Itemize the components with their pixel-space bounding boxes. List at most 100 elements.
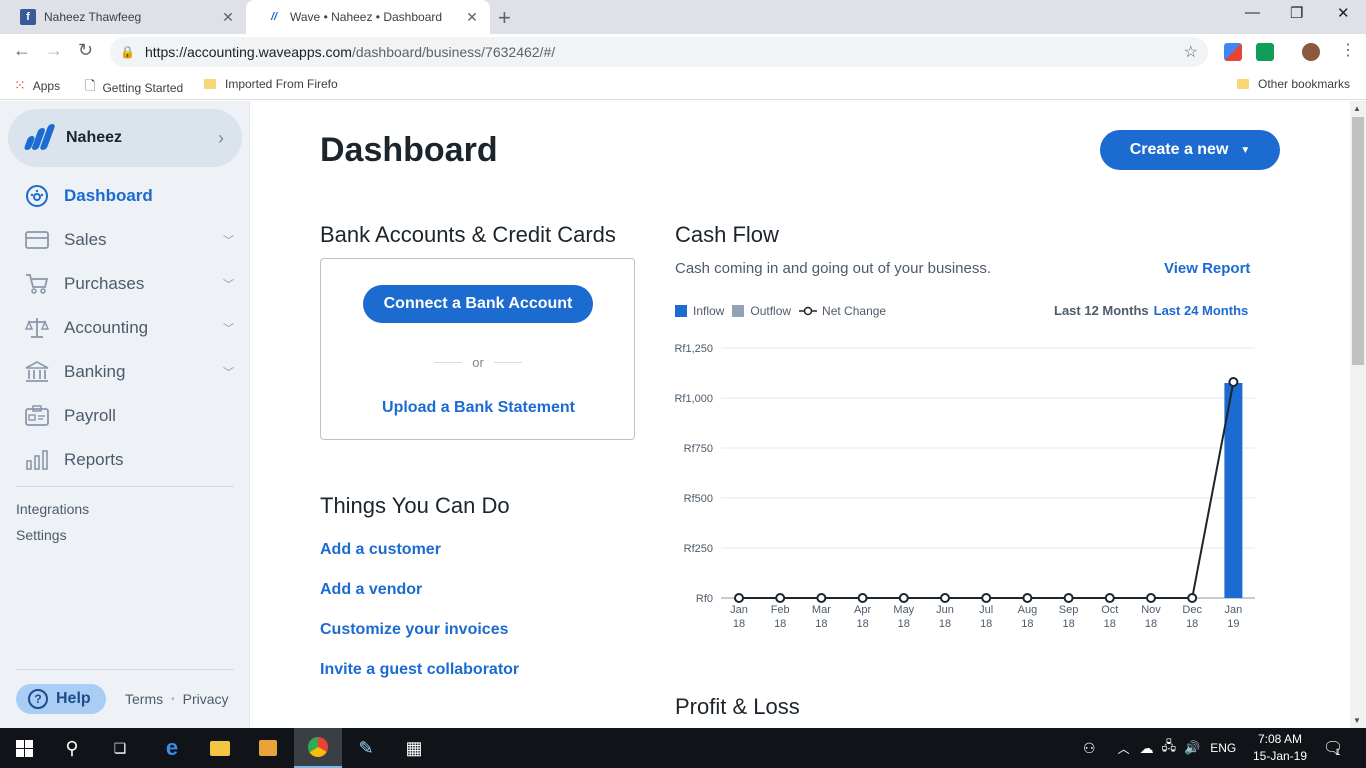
range-toggle: Last 12 Months Last 24 Months bbox=[1054, 303, 1248, 318]
x-tick-label: Dec bbox=[1182, 604, 1202, 616]
url-input[interactable]: 🔒 https://accounting.waveapps.com/dashbo… bbox=[110, 37, 1208, 67]
search-icon[interactable]: ⚲ bbox=[48, 728, 96, 768]
chrome-icon[interactable] bbox=[294, 728, 342, 768]
sidebar-item-banking[interactable]: Banking ﹀ bbox=[0, 350, 250, 394]
invite-collaborator-link[interactable]: Invite a guest collaborator bbox=[320, 661, 519, 679]
back-icon[interactable]: ← bbox=[13, 40, 31, 61]
bank-card: Connect a Bank Account or Upload a Bank … bbox=[320, 258, 635, 440]
bookmark-other[interactable]: Other bookmarks bbox=[1237, 77, 1350, 91]
people-icon[interactable]: ⚇ bbox=[1083, 740, 1096, 757]
windows-taskbar: ⚲ ❏ e ✎ ▦ ⚇ ︿ ☁ 🖧 🔊 ENG 7:08 AM 15-Jan-1… bbox=[0, 728, 1366, 768]
help-button[interactable]: ? Help bbox=[16, 684, 106, 714]
range-12-months[interactable]: Last 12 Months bbox=[1054, 303, 1149, 318]
sidebar-item-label: Accounting bbox=[64, 318, 149, 337]
legend-label: Inflow bbox=[693, 304, 725, 318]
net-change-point bbox=[1146, 593, 1156, 603]
url-path: /dashboard/business/7632462/#/ bbox=[351, 44, 556, 60]
browser-tab-facebook[interactable]: f Naheez Thawfeeg ✕ bbox=[0, 0, 246, 34]
menu-icon[interactable]: ⋮ bbox=[1340, 40, 1356, 60]
wave-logo-icon bbox=[22, 124, 56, 152]
y-tick-label: Rf1,250 bbox=[674, 343, 713, 355]
inflow-swatch bbox=[675, 305, 687, 317]
close-tab-icon[interactable]: ✕ bbox=[216, 9, 240, 26]
scroll-up-icon[interactable]: ▲ bbox=[1353, 104, 1361, 113]
onedrive-icon[interactable]: ☁ bbox=[1140, 740, 1154, 757]
x-tick-label: 18 bbox=[1104, 618, 1116, 630]
clock[interactable]: 7:08 AM 15-Jan-19 bbox=[1250, 731, 1310, 765]
bookmark-apps[interactable]: ⁙ Apps bbox=[14, 77, 60, 94]
minimize-button[interactable]: — bbox=[1245, 4, 1260, 21]
volume-icon[interactable]: 🔊 bbox=[1184, 740, 1200, 756]
close-window-button[interactable]: ✕ bbox=[1337, 4, 1350, 22]
range-24-months[interactable]: Last 24 Months bbox=[1154, 303, 1249, 318]
reload-icon[interactable]: ↻ bbox=[78, 40, 93, 61]
sidebar-item-purchases[interactable]: Purchases ﹀ bbox=[0, 262, 250, 306]
legend-inflow[interactable]: Inflow bbox=[675, 304, 724, 318]
x-tick-label: 18 bbox=[1186, 618, 1198, 630]
legend-net-change[interactable]: Net Change bbox=[799, 304, 886, 318]
settings-link[interactable]: Settings bbox=[16, 527, 67, 543]
network-icon[interactable]: 🖧 bbox=[1162, 737, 1177, 759]
scroll-down-icon[interactable]: ▼ bbox=[1353, 716, 1361, 725]
business-switcher[interactable]: Naheez › bbox=[8, 109, 242, 167]
sheets-extension-icon[interactable] bbox=[1256, 43, 1274, 61]
avatar[interactable] bbox=[1302, 43, 1320, 61]
y-tick-label: Rf1,000 bbox=[674, 393, 713, 405]
view-report-link[interactable]: View Report bbox=[1164, 260, 1250, 277]
restore-button[interactable]: ❐ bbox=[1290, 4, 1303, 22]
sidebar-item-label: Reports bbox=[64, 450, 124, 469]
connect-bank-button[interactable]: Connect a Bank Account bbox=[363, 285, 593, 323]
task-view-icon[interactable]: ❏ bbox=[96, 728, 144, 768]
upload-statement-link[interactable]: Upload a Bank Statement bbox=[321, 399, 636, 417]
language-indicator[interactable]: ENG bbox=[1210, 741, 1236, 755]
privacy-link[interactable]: Privacy bbox=[183, 691, 229, 707]
new-tab-button[interactable]: + bbox=[498, 5, 511, 31]
add-customer-link[interactable]: Add a customer bbox=[320, 541, 441, 559]
scroll-thumb[interactable] bbox=[1352, 117, 1364, 365]
x-tick-label: May bbox=[893, 604, 914, 616]
page-scrollbar[interactable]: ▲ ▼ bbox=[1350, 101, 1366, 728]
action-center[interactable]: 🗨 1 bbox=[1323, 728, 1343, 768]
bookmark-getting-started[interactable]: 🗋 Getting Started bbox=[85, 77, 183, 99]
notepad-icon[interactable]: ✎ bbox=[342, 728, 390, 768]
forward-icon[interactable]: → bbox=[45, 40, 63, 61]
bookmark-label: Getting Started bbox=[102, 81, 184, 95]
sidebar-item-dashboard[interactable]: Dashboard bbox=[0, 174, 250, 218]
net-change-point bbox=[1063, 593, 1074, 603]
add-vendor-link[interactable]: Add a vendor bbox=[320, 581, 422, 599]
create-new-button[interactable]: Create a new ▼ bbox=[1100, 130, 1280, 170]
net-change-point bbox=[1228, 377, 1239, 387]
start-button[interactable] bbox=[0, 728, 48, 768]
divider-line bbox=[493, 362, 522, 363]
terms-link[interactable]: Terms bbox=[125, 691, 163, 707]
sidebar-item-payroll[interactable]: Payroll bbox=[0, 394, 250, 438]
browser-tab-wave[interactable]: // Wave • Naheez • Dashboard ✕ bbox=[246, 0, 490, 34]
show-hidden-icons[interactable]: ︿ bbox=[1118, 740, 1130, 757]
legend-outflow[interactable]: Outflow bbox=[732, 304, 791, 318]
x-tick-label: 18 bbox=[980, 618, 992, 630]
customize-invoices-link[interactable]: Customize your invoices bbox=[320, 621, 509, 639]
sidebar-item-accounting[interactable]: Accounting ﹀ bbox=[0, 306, 250, 350]
file-explorer-icon[interactable] bbox=[196, 728, 244, 768]
edge-icon[interactable]: e bbox=[148, 728, 196, 768]
sidebar-item-reports[interactable]: Reports bbox=[0, 438, 250, 482]
bookmark-star-icon[interactable]: ☆ bbox=[1184, 42, 1198, 62]
google-extension-icon[interactable] bbox=[1224, 43, 1242, 61]
address-bar-row: ← → ↻ 🔒 https://accounting.waveapps.com /… bbox=[0, 34, 1366, 70]
x-tick-label: 18 bbox=[939, 618, 951, 630]
system-tray: ⚇ ︿ ☁ 🖧 🔊 ENG bbox=[1083, 728, 1236, 768]
bookmark-imported[interactable]: Imported From Firefo bbox=[204, 77, 338, 91]
reports-icon bbox=[24, 448, 50, 472]
main-content: Dashboard Create a new ▼ Bank Accounts &… bbox=[251, 101, 1350, 728]
x-tick-label: Mar bbox=[812, 604, 831, 616]
x-tick-label: Oct bbox=[1101, 604, 1118, 616]
net-change-point bbox=[1187, 593, 1198, 603]
media-player-icon[interactable] bbox=[244, 728, 292, 768]
close-tab-icon[interactable]: ✕ bbox=[460, 9, 484, 26]
sidebar-item-sales[interactable]: Sales ﹀ bbox=[0, 218, 250, 262]
x-tick-label: 18 bbox=[1145, 618, 1157, 630]
net-change-point bbox=[857, 593, 868, 603]
calculator-icon[interactable]: ▦ bbox=[390, 728, 438, 768]
integrations-link[interactable]: Integrations bbox=[16, 501, 89, 517]
x-tick-label: Feb bbox=[771, 604, 790, 616]
